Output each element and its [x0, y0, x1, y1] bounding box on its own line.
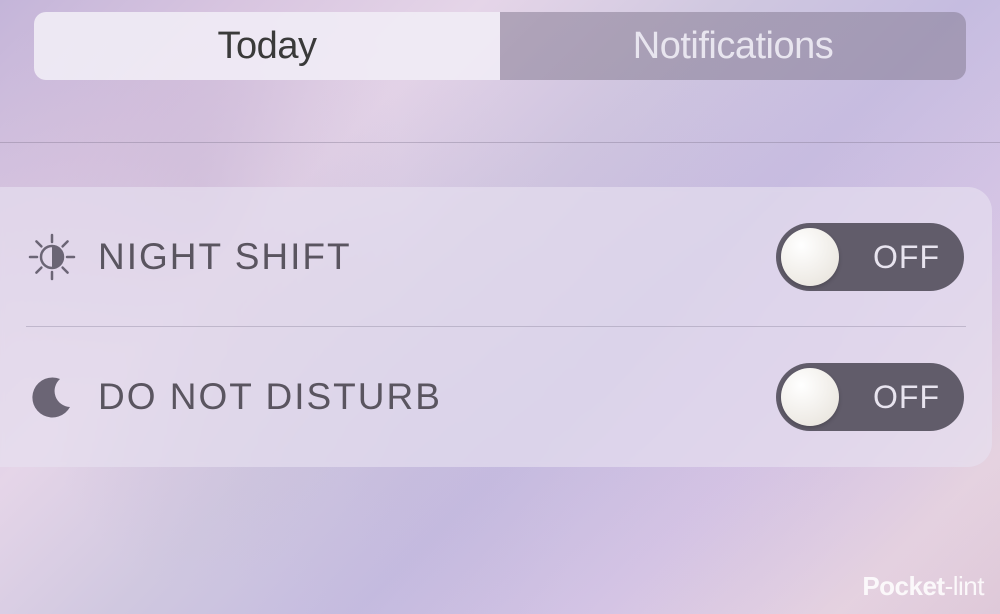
widget-panel: NIGHT SHIFT OFF DO NOT DISTURB OFF — [0, 187, 992, 467]
header-divider — [0, 142, 1000, 143]
tab-segmented-control: Today Notifications — [34, 12, 966, 80]
tab-today-label: Today — [218, 25, 317, 68]
tab-notifications-label: Notifications — [633, 25, 833, 68]
watermark-suffix: -lint — [945, 571, 984, 601]
do-not-disturb-row: DO NOT DISTURB OFF — [0, 327, 992, 467]
do-not-disturb-toggle-state: OFF — [873, 379, 940, 416]
night-shift-row: NIGHT SHIFT OFF — [0, 187, 992, 327]
do-not-disturb-toggle[interactable]: OFF — [776, 363, 964, 431]
toggle-knob — [781, 368, 839, 426]
watermark: Pocket-lint — [862, 571, 984, 602]
toggle-knob — [781, 228, 839, 286]
night-shift-toggle[interactable]: OFF — [776, 223, 964, 291]
tab-today[interactable]: Today — [34, 12, 500, 80]
tab-notifications[interactable]: Notifications — [500, 12, 966, 80]
watermark-prefix: Pocket — [862, 571, 944, 601]
night-shift-toggle-state: OFF — [873, 239, 940, 276]
night-shift-icon — [24, 229, 80, 285]
do-not-disturb-label: DO NOT DISTURB — [98, 376, 776, 418]
night-shift-label: NIGHT SHIFT — [98, 236, 776, 278]
moon-icon — [24, 369, 80, 425]
